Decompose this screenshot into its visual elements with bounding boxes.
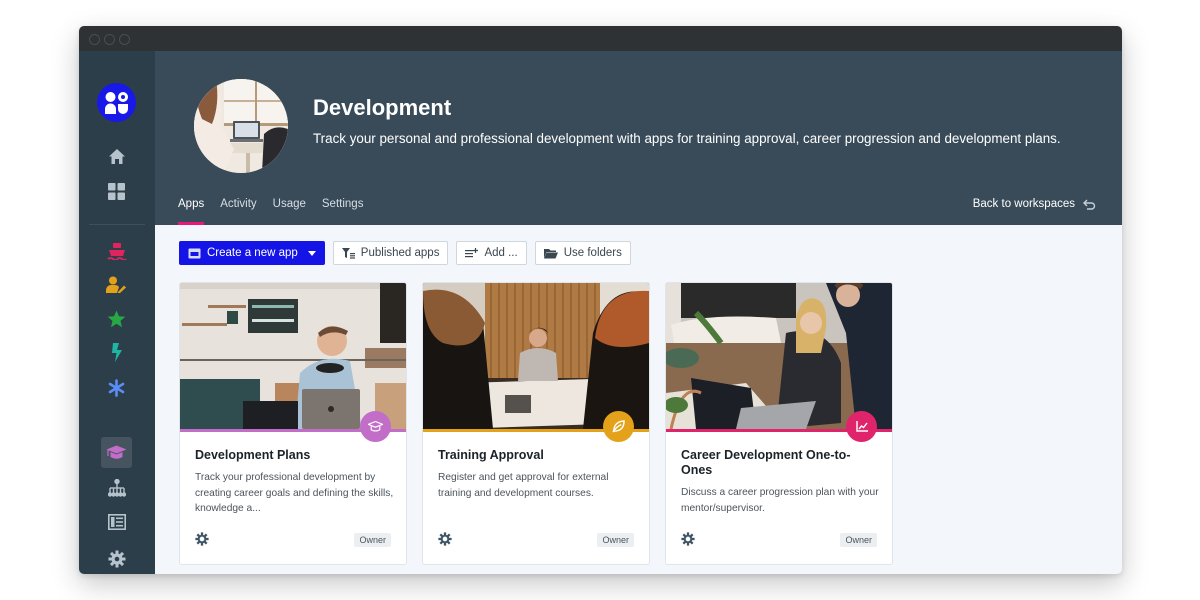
app-card-description: Track your professional development by c… (195, 472, 394, 514)
create-new-app-button[interactable]: Create a new app (179, 241, 325, 265)
sidebar-item-workspace-3[interactable] (101, 303, 132, 334)
bolt-icon (111, 343, 122, 362)
create-new-app-label: Create a new app (207, 247, 298, 259)
app-card-description: Discuss a career progression plan with y… (681, 487, 879, 514)
tab-activity[interactable]: Activity (220, 198, 264, 225)
app-card[interactable]: Development Plans Track your professiona… (179, 282, 407, 565)
sidebar-divider (89, 224, 145, 225)
workspace-logo[interactable] (97, 83, 136, 122)
app-card[interactable]: Training Approval Register and get appro… (422, 282, 650, 565)
role-badge: Owner (840, 533, 877, 547)
published-apps-label: Published apps (360, 247, 440, 259)
back-to-workspaces-link[interactable]: Back to workspaces (973, 198, 1096, 210)
asterisk-icon (108, 378, 125, 397)
graduation-cap-icon (368, 421, 383, 432)
app-card-badge (846, 411, 877, 442)
page-title: Development (313, 95, 452, 120)
window-titlebar (79, 26, 1122, 51)
role-badge: Owner (597, 533, 634, 547)
app-window-icon (188, 248, 201, 258)
home-icon (108, 149, 125, 164)
list-add-icon (465, 248, 479, 258)
sidebar-item-settings[interactable] (101, 543, 132, 574)
use-folders-button[interactable]: Use folders (534, 241, 631, 265)
app-toolbar: Create a new app Published apps Add ... (179, 241, 631, 265)
close-window-button[interactable] (89, 34, 100, 45)
page-subtitle: Track your personal and professional dev… (313, 131, 1061, 146)
sidebar-item-development[interactable] (101, 437, 132, 468)
workspace-image (194, 79, 288, 173)
gear-icon (108, 550, 125, 567)
folder-open-icon (543, 248, 558, 258)
tab-bar: Apps Activity Usage Settings (178, 198, 379, 225)
logo-icon (104, 91, 128, 114)
back-to-workspaces-label: Back to workspaces (972, 198, 1075, 210)
use-folders-label: Use folders (563, 247, 622, 259)
app-card-description: Register and get approval for external t… (438, 472, 609, 499)
chart-line-icon (855, 421, 868, 432)
app-card-badge (360, 411, 391, 442)
sidebar (79, 51, 155, 574)
ship-icon (106, 242, 127, 260)
filter-icon (341, 247, 355, 259)
sidebar-item-org-chart[interactable] (101, 472, 132, 503)
grid-icon (108, 183, 125, 200)
user-edit-icon (106, 276, 126, 293)
sidebar-item-workspace-5[interactable] (101, 372, 132, 403)
role-badge: Owner (354, 533, 391, 547)
sidebar-item-lists[interactable] (101, 506, 132, 537)
app-card[interactable]: Career Development One-to-Ones Discuss a… (665, 282, 893, 565)
caret-down-icon (307, 250, 316, 256)
tab-apps[interactable]: Apps (178, 198, 212, 225)
workspace-header: Development Track your personal and prof… (155, 51, 1122, 225)
add-button[interactable]: Add ... (456, 241, 527, 265)
return-arrow-icon (1083, 199, 1096, 210)
sidebar-item-workspace-1[interactable] (101, 235, 132, 266)
sidebar-item-dashboard[interactable] (101, 176, 132, 207)
tab-settings[interactable]: Settings (322, 198, 372, 225)
maximize-window-button[interactable] (119, 34, 130, 45)
app-card-badge (603, 411, 634, 442)
app-card-image (423, 283, 649, 429)
app-card-image (180, 283, 406, 429)
sidebar-item-home[interactable] (101, 141, 132, 172)
app-settings-gear-icon[interactable] (438, 532, 452, 546)
published-apps-button[interactable]: Published apps (332, 241, 449, 265)
app-card-title: Training Approval (438, 448, 544, 462)
tab-usage[interactable]: Usage (273, 198, 314, 225)
org-chart-icon (107, 478, 126, 497)
graduation-cap-icon (106, 445, 127, 459)
app-card-list: Development Plans Track your professiona… (179, 282, 893, 565)
star-icon (107, 310, 126, 327)
sidebar-item-workspace-4[interactable] (101, 337, 132, 368)
list-icon (107, 513, 126, 530)
leaf-icon (612, 420, 625, 433)
app-window: Development Track your personal and prof… (79, 26, 1122, 574)
app-card-image (666, 283, 892, 429)
add-label: Add ... (484, 247, 518, 259)
app-settings-gear-icon[interactable] (681, 532, 695, 546)
app-settings-gear-icon[interactable] (195, 532, 209, 546)
app-card-title: Career Development One-to-Ones (681, 448, 851, 477)
minimize-window-button[interactable] (104, 34, 115, 45)
sidebar-item-workspace-2[interactable] (101, 269, 132, 300)
app-card-title: Development Plans (195, 448, 311, 462)
